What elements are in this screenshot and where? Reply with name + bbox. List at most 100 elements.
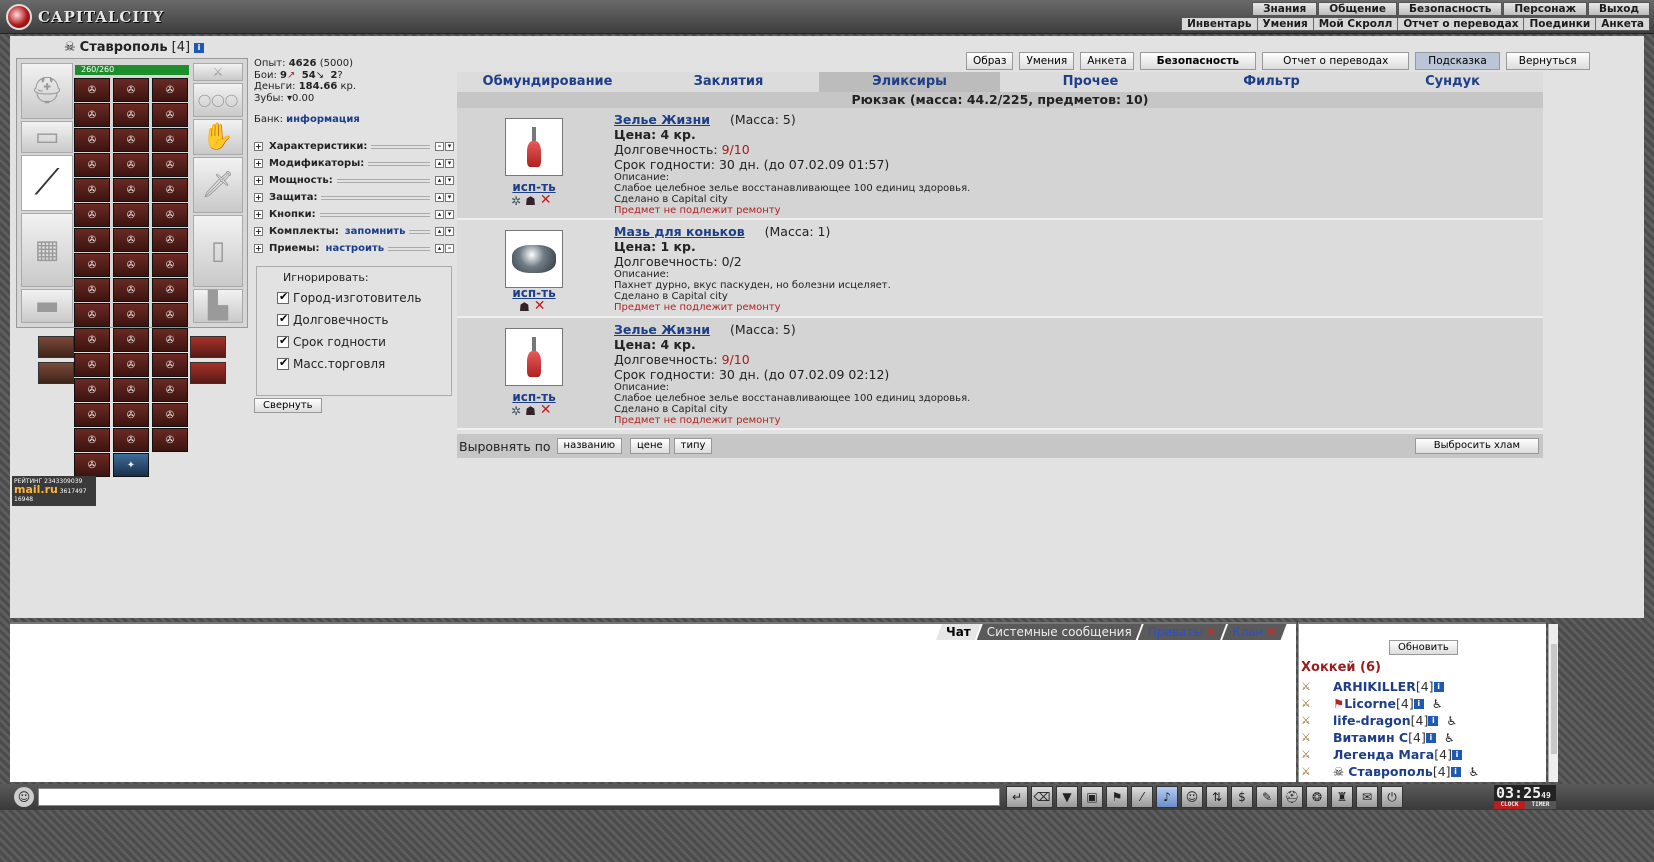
close-icon[interactable]: ✕ <box>1267 625 1277 639</box>
music-icon[interactable]: ♪ <box>1156 786 1178 808</box>
accordion-modifiers[interactable]: + Модификаторы: ▴ ▾ <box>254 155 454 172</box>
sort-by-price-button[interactable]: цене <box>630 438 670 454</box>
weapon-slot[interactable]: ⟋ <box>21 155 73 211</box>
expand-icon[interactable]: + <box>254 193 263 202</box>
collapse-icon[interactable]: – <box>445 244 454 253</box>
user-name[interactable]: Легенда Мага <box>1333 747 1434 762</box>
item-image[interactable] <box>505 118 563 176</box>
sort-by-type-button[interactable]: типу <box>673 438 713 454</box>
helmet-slot[interactable]: ⛑ <box>21 63 73 119</box>
quick-slot[interactable]: ✇ <box>113 128 149 152</box>
transfer-report-button[interactable]: Отчет о переводах <box>1262 52 1410 70</box>
expand-icon[interactable]: + <box>254 244 263 253</box>
wear-icon[interactable]: ☗ <box>525 194 536 208</box>
user-name[interactable]: ARHIKILLER <box>1333 679 1416 694</box>
submenu-profile[interactable]: Анкета <box>1596 18 1649 30</box>
quick-slot[interactable]: ✇ <box>74 328 110 352</box>
bank-info-link[interactable]: информация <box>286 114 360 125</box>
user-row[interactable]: ⚔ ☠ Ставрополь [4] i ♿ <box>1301 763 1479 780</box>
quick-slot[interactable]: ✇ <box>113 203 149 227</box>
tab-system-messages[interactable]: Системные сообщения <box>977 624 1142 640</box>
ignore-option-mass-trade[interactable]: Масс.торговля <box>277 353 443 375</box>
delete-icon[interactable]: ✕ <box>534 299 546 314</box>
discard-junk-button[interactable]: Выбросить хлам <box>1414 438 1539 454</box>
quick-slot[interactable]: ✇ <box>113 278 149 302</box>
money-bag-icon[interactable]: $ <box>1231 786 1253 808</box>
quick-slot[interactable]: ✇ <box>113 253 149 277</box>
message-icon[interactable]: ✉ <box>1356 786 1378 808</box>
quick-slot[interactable]: ✇ <box>74 78 110 102</box>
tab-elixirs[interactable]: Эликсиры <box>819 72 1000 92</box>
collapse-button[interactable]: Свернуть <box>254 398 322 413</box>
rating-widget[interactable]: РЕЙТИНГ 2343309039 mail.ru 3617497 16948 <box>12 476 96 506</box>
close-icon[interactable]: ✕ <box>1206 625 1216 639</box>
quick-slot[interactable]: ✇ <box>152 178 188 202</box>
item-name[interactable]: Зелье Жизни <box>614 112 710 127</box>
quick-slot[interactable]: ✇ <box>152 328 188 352</box>
quick-slot[interactable]: ✇ <box>113 353 149 377</box>
amulet-slot[interactable]: ⚔ <box>193 63 243 81</box>
gloves-slot[interactable]: ✋ <box>193 119 243 155</box>
arrow-down-icon[interactable]: ▾ <box>445 210 454 219</box>
arrow-up-icon[interactable]: ▴ <box>435 244 444 253</box>
user-row[interactable]: ⚔ Витамин С [4] i ♿ <box>1301 729 1479 746</box>
accordion-sets[interactable]: + Комплекты: запомнить ▴ ▾ <box>254 223 454 240</box>
leggings-slot[interactable]: ▯ <box>193 215 243 287</box>
quick-slot[interactable]: ✇ <box>113 178 149 202</box>
delete-icon[interactable]: ✕ <box>540 193 552 208</box>
menu-communication[interactable]: Общение <box>1318 2 1397 16</box>
helmet-icon[interactable]: ⛑ <box>1281 786 1303 808</box>
quick-slot[interactable]: ✇ <box>152 303 188 327</box>
quick-slot[interactable]: ✇ <box>113 428 149 452</box>
quick-slot[interactable]: ✇ <box>113 403 149 427</box>
delete-icon[interactable]: ✕ <box>540 403 552 418</box>
quick-slot[interactable]: ✇ <box>152 153 188 177</box>
menu-exit[interactable]: Выход <box>1588 2 1650 16</box>
arrow-down-icon[interactable]: ▾ <box>445 142 454 151</box>
castle-icon[interactable]: ♜ <box>1331 786 1353 808</box>
ignore-option-durability[interactable]: Долговечность <box>277 309 443 331</box>
item-image[interactable] <box>505 230 563 288</box>
translit-icon[interactable]: ⁄ <box>1131 786 1153 808</box>
expand-icon[interactable]: + <box>254 227 263 236</box>
hint-button[interactable]: Подсказка <box>1415 52 1500 70</box>
save-icon[interactable]: ▣ <box>1081 786 1103 808</box>
expand-icon[interactable]: + <box>254 176 263 185</box>
tab-filter[interactable]: Фильтр <box>1181 72 1362 92</box>
exit-icon[interactable]: ⏻ <box>1381 786 1403 808</box>
menu-character[interactable]: Персонаж <box>1503 2 1588 16</box>
quick-slot[interactable]: ✇ <box>113 328 149 352</box>
buff-icon[interactable] <box>190 336 226 358</box>
refresh-button[interactable]: Обновить <box>1389 640 1458 655</box>
accordion-defense[interactable]: + Защита: ▴ ▾ <box>254 189 454 206</box>
gear-icon[interactable]: ✲ <box>511 404 521 418</box>
filter-icon[interactable]: ▼ <box>1056 786 1078 808</box>
quick-slot[interactable]: ✇ <box>74 128 110 152</box>
item-name[interactable]: Мазь для коньков <box>614 224 745 239</box>
user-row[interactable]: ⚔ ⚑ Licorne [4] i ♿ <box>1301 695 1479 712</box>
user-name[interactable]: life-dragon <box>1333 713 1411 728</box>
item-image[interactable] <box>505 328 563 386</box>
quick-slot[interactable]: ✇ <box>152 353 188 377</box>
quick-slot[interactable]: ✇ <box>152 203 188 227</box>
collapse-icon[interactable]: – <box>435 142 444 151</box>
arrow-down-icon[interactable]: ▾ <box>445 227 454 236</box>
quick-slot[interactable]: ✇ <box>113 103 149 127</box>
menu-knowledge[interactable]: Знания <box>1252 2 1318 16</box>
chat-input[interactable] <box>38 788 1000 806</box>
quick-slot[interactable]: ✇ <box>74 103 110 127</box>
quick-slot[interactable]: ✇ <box>152 378 188 402</box>
quick-slot[interactable]: ✇ <box>152 428 188 452</box>
user-name[interactable]: Витамин С <box>1333 730 1408 745</box>
arrow-up-icon[interactable]: ▴ <box>435 176 444 185</box>
accordion-techniques[interactable]: + Приемы: настроить ▴ – <box>254 240 454 257</box>
sort-by-name-button[interactable]: названию <box>556 438 622 454</box>
tab-privates[interactable]: Приваты ✕ <box>1138 624 1226 640</box>
accordion-power[interactable]: + Мощность: ▴ ▾ <box>254 172 454 189</box>
user-name[interactable]: Licorne <box>1344 696 1396 711</box>
quick-slot[interactable]: ✇ <box>74 303 110 327</box>
info-icon[interactable]: i <box>1451 749 1462 760</box>
accordion-characteristics[interactable]: + Характеристики: – ▾ <box>254 138 454 155</box>
quick-slot[interactable]: ✇ <box>74 203 110 227</box>
online-list-scrollbar[interactable] <box>1548 624 1558 782</box>
